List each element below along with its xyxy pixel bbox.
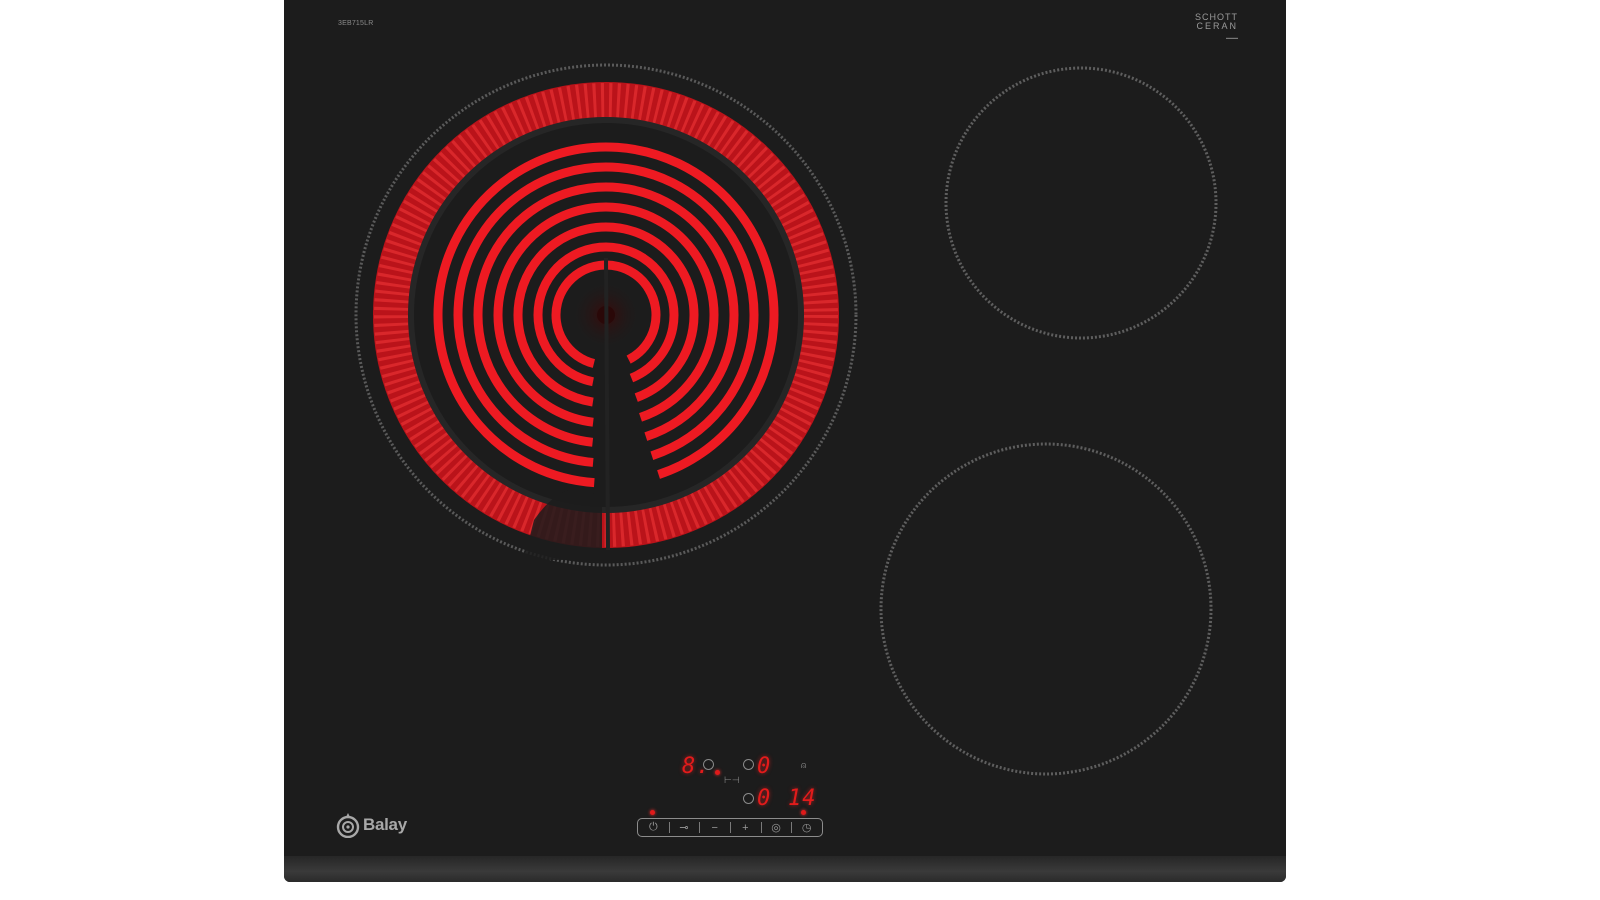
minus-icon: − — [711, 821, 718, 834]
zone-indicator-timer — [743, 793, 754, 804]
zone-front-right-outline — [879, 442, 1213, 776]
zone-front-left — [354, 63, 858, 567]
clock-icon: ◷ — [801, 822, 812, 834]
balay-logo: Balay — [336, 812, 407, 838]
child-lock-button[interactable]: ⊸ — [668, 819, 700, 836]
power-icon: ⏻ — [648, 821, 658, 833]
ceramic-cooktop: 3EB715LR SCHOTT CERAN ▬▬▬ 8. ⊢⊣ 0 ⍝ 0 14… — [284, 0, 1286, 882]
zone-indicator-left — [703, 759, 714, 770]
power-button[interactable]: ⏻ — [638, 819, 669, 836]
zone-indicator-right — [743, 759, 754, 770]
plus-icon: + — [742, 821, 749, 834]
plus-button[interactable]: + — [730, 819, 761, 836]
zone-back-right-outline — [944, 66, 1218, 340]
key-icon: ⊸ — [679, 822, 689, 834]
balay-flame-icon — [336, 813, 360, 838]
dual-zone-icon: ⊢⊣ — [724, 775, 740, 785]
touch-control-bar: ⏻ ⊸ − + ◎ ◷ — [637, 818, 823, 837]
timer-zone-display: 0 — [757, 786, 772, 811]
zone-level-display: 0 — [757, 754, 772, 779]
zone-icon: ◎ — [771, 822, 781, 834]
timer-on-indicator — [801, 810, 806, 815]
bell-icon: ⍝ — [801, 760, 807, 770]
timer-button[interactable]: ◷ — [791, 819, 822, 836]
zone-select-button[interactable]: ◎ — [760, 819, 792, 836]
power-on-indicator — [650, 810, 655, 815]
sensor-rod — [604, 257, 610, 551]
brand-name: Balay — [363, 815, 407, 834]
minus-button[interactable]: − — [699, 819, 730, 836]
timer-minutes-display: 14 — [788, 786, 817, 811]
cooktop-front-bevel — [284, 856, 1286, 882]
cooking-zones — [354, 63, 1218, 776]
zone-active-indicator — [715, 770, 720, 775]
